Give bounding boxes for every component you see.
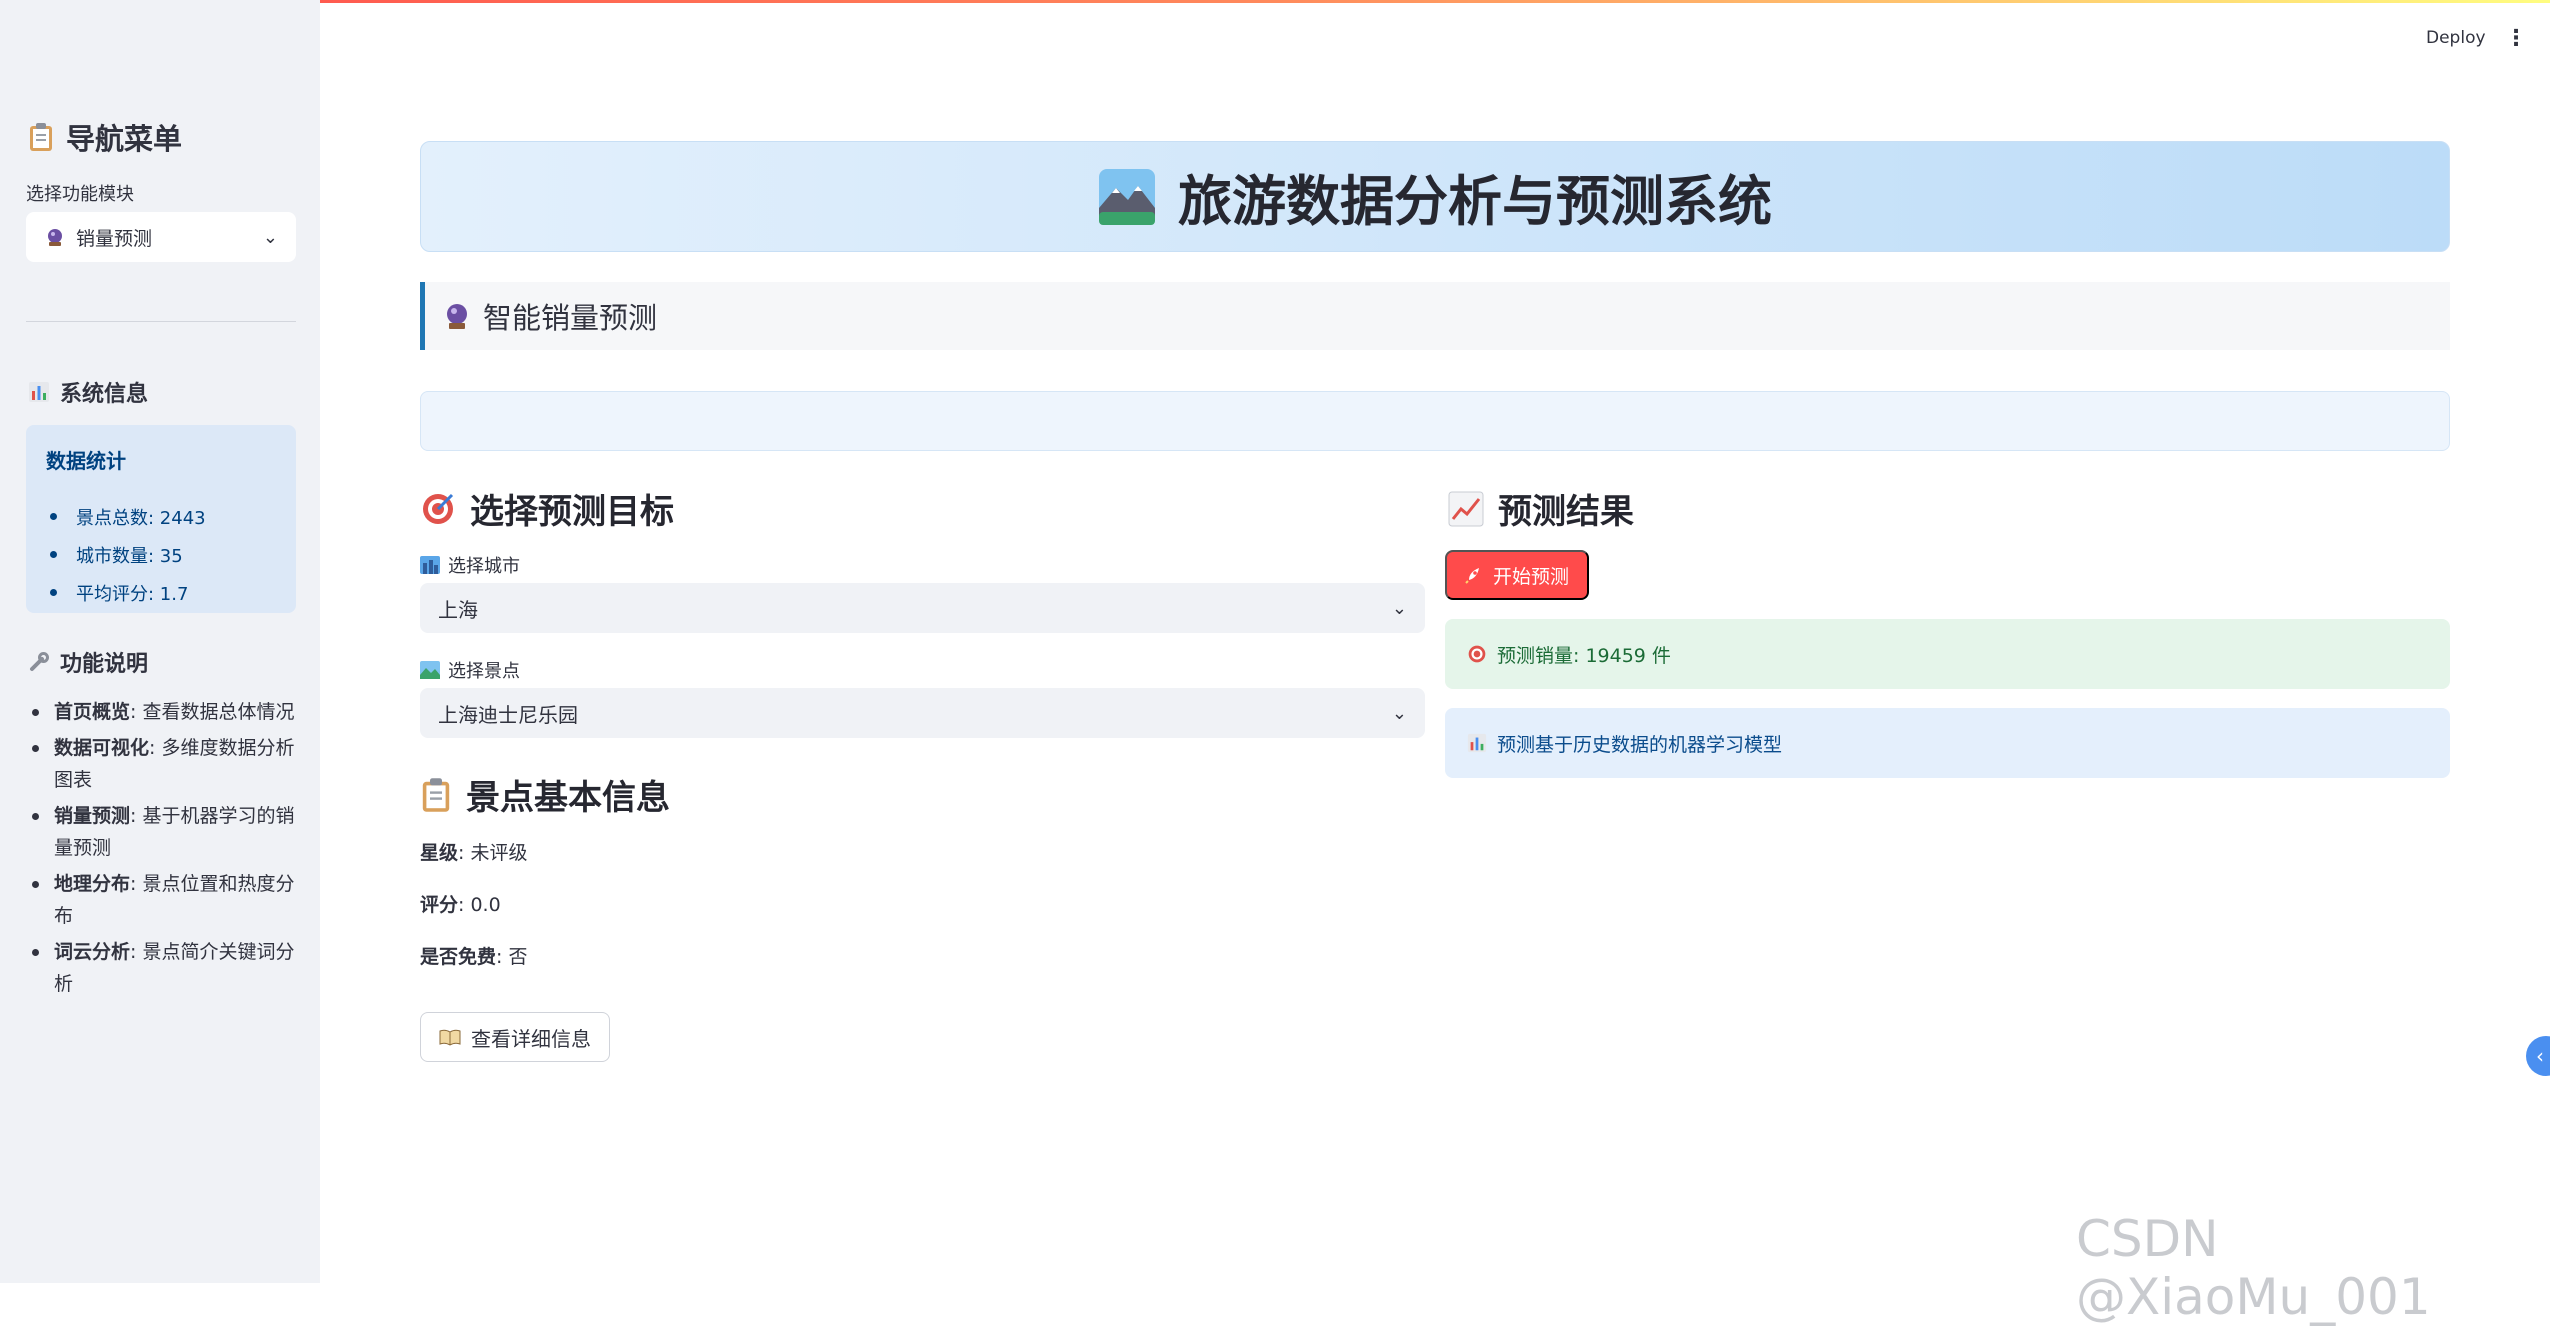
model-note-text: 预测基于历史数据的机器学习模型 xyxy=(1497,733,1783,756)
target-icon xyxy=(420,491,456,527)
prediction-result-box: 预测销量: 19459 件 xyxy=(1445,619,2450,689)
nav-title-text: 导航菜单 xyxy=(66,122,183,156)
star-value: : 未评级 xyxy=(458,842,528,864)
city-select-label: 选择城市 xyxy=(420,552,520,578)
target-title-text: 选择预测目标 xyxy=(470,492,674,532)
stat-item: 平均评分: 1.7 xyxy=(46,580,276,606)
predicted-sales-text: 预测销量: 19459 件 xyxy=(1497,644,1671,667)
section-title: 智能销量预测 xyxy=(483,301,658,335)
city-label-text: 选择城市 xyxy=(448,556,520,577)
list-item: 销量预测: 基于机器学习的销量预测 xyxy=(28,800,296,864)
system-info-text: 系统信息 xyxy=(60,382,149,407)
rocket-icon xyxy=(1465,566,1483,584)
start-prediction-button[interactable]: 开始预测 xyxy=(1445,550,1590,600)
score-label: 评分 xyxy=(420,894,459,916)
stat-item: 城市数量: 35 xyxy=(46,542,276,568)
sidebar-nav-title: 导航菜单 xyxy=(28,116,182,158)
system-info-title: 系统信息 xyxy=(28,376,148,408)
result-title-text: 预测结果 xyxy=(1498,492,1634,532)
city-select[interactable]: 上海 ⌄ xyxy=(420,583,1425,633)
feature-name: 词云分析 xyxy=(54,941,131,963)
chevron-down-icon: ⌄ xyxy=(262,226,278,248)
star-label: 星级 xyxy=(420,842,459,864)
spot-select-value: 上海迪士尼乐园 xyxy=(438,702,578,727)
wrench-icon xyxy=(28,651,50,673)
data-stats-box: 数据统计 景点总数: 2443 城市数量: 35 平均评分: 1.7 xyxy=(26,425,296,613)
list-item: 首页概览: 查看数据总体情况 xyxy=(28,696,296,728)
feature-name: 销量预测 xyxy=(54,805,131,827)
feature-name: 首页概览 xyxy=(54,701,131,723)
features-title: 功能说明 xyxy=(28,646,148,678)
spot-select[interactable]: 上海迪士尼乐园 ⌄ xyxy=(420,688,1425,738)
top-accent-bar xyxy=(0,0,2550,3)
module-select-label: 选择功能模块 xyxy=(26,184,134,205)
feature-desc: : 查看数据总体情况 xyxy=(130,701,295,723)
sidebar: 导航菜单 选择功能模块 销量预测 ⌄ 系统信息 数据统计 景点总数: 2443 … xyxy=(0,0,320,1283)
basic-info-title: 景点基本信息 xyxy=(420,770,670,819)
chevron-left-icon[interactable]: ‹ xyxy=(2526,1036,2550,1076)
clipboard-icon xyxy=(28,122,54,152)
module-select[interactable]: 销量预测 ⌄ xyxy=(26,212,296,262)
stat-item: 景点总数: 2443 xyxy=(46,504,276,530)
score-value: : 0.0 xyxy=(458,894,501,916)
features-title-text: 功能说明 xyxy=(60,652,149,677)
basic-info-title-text: 景点基本信息 xyxy=(466,778,670,818)
section-header: 智能销量预测 xyxy=(420,282,2450,350)
bar-chart-icon xyxy=(28,381,50,403)
spot-label-text: 选择景点 xyxy=(448,661,520,682)
target-icon xyxy=(1467,644,1487,664)
landscape-icon xyxy=(420,661,440,679)
watermark: CSDN @XiaoMu_001 xyxy=(2076,1210,2431,1326)
features-list: 首页概览: 查看数据总体情况 数据可视化: 多维度数据分析图表 销量预测: 基于… xyxy=(28,696,296,1004)
kebab-menu-icon[interactable]: ⋮ xyxy=(2505,26,2527,51)
feature-name: 数据可视化 xyxy=(54,737,150,759)
model-note-box: 预测基于历史数据的机器学习模型 xyxy=(1445,708,2450,778)
city-select-value: 上海 xyxy=(438,597,478,622)
view-details-label: 查看详细信息 xyxy=(471,1028,591,1051)
spot-select-label: 选择景点 xyxy=(420,657,520,683)
trending-up-icon xyxy=(1448,491,1484,527)
chevron-down-icon: ⌄ xyxy=(1391,597,1407,619)
star-info: 星级: 未评级 xyxy=(420,838,527,865)
bar-chart-icon xyxy=(1467,733,1487,753)
sidebar-divider xyxy=(26,321,296,322)
free-value: : 否 xyxy=(496,946,528,968)
crystal-ball-icon xyxy=(44,226,66,248)
open-book-icon xyxy=(439,1028,461,1046)
module-select-value: 销量预测 xyxy=(76,227,153,250)
chevron-down-icon: ⌄ xyxy=(1391,702,1407,724)
page-title: 旅游数据分析与预测系统 xyxy=(1178,170,1772,233)
list-item: 地理分布: 景点位置和热度分布 xyxy=(28,868,296,932)
start-prediction-label: 开始预测 xyxy=(1493,566,1570,588)
list-item: 词云分析: 景点简介关键词分析 xyxy=(28,936,296,1000)
clipboard-icon xyxy=(420,777,452,813)
stats-title: 数据统计 xyxy=(46,449,126,473)
free-label: 是否免费 xyxy=(420,946,497,968)
target-title: 选择预测目标 xyxy=(420,484,674,533)
crystal-ball-icon xyxy=(443,302,471,330)
page-banner: 旅游数据分析与预测系统 xyxy=(420,141,2450,252)
empty-info-box xyxy=(420,391,2450,451)
list-item: 数据可视化: 多维度数据分析图表 xyxy=(28,732,296,796)
result-title: 预测结果 xyxy=(1448,484,1634,533)
mountain-landscape-icon xyxy=(1098,168,1156,226)
feature-name: 地理分布 xyxy=(54,873,131,895)
cityscape-icon xyxy=(420,556,440,574)
deploy-button[interactable]: Deploy xyxy=(2426,28,2486,48)
free-info: 是否免费: 否 xyxy=(420,942,527,969)
score-info: 评分: 0.0 xyxy=(420,890,501,917)
view-details-button[interactable]: 查看详细信息 xyxy=(420,1012,610,1062)
